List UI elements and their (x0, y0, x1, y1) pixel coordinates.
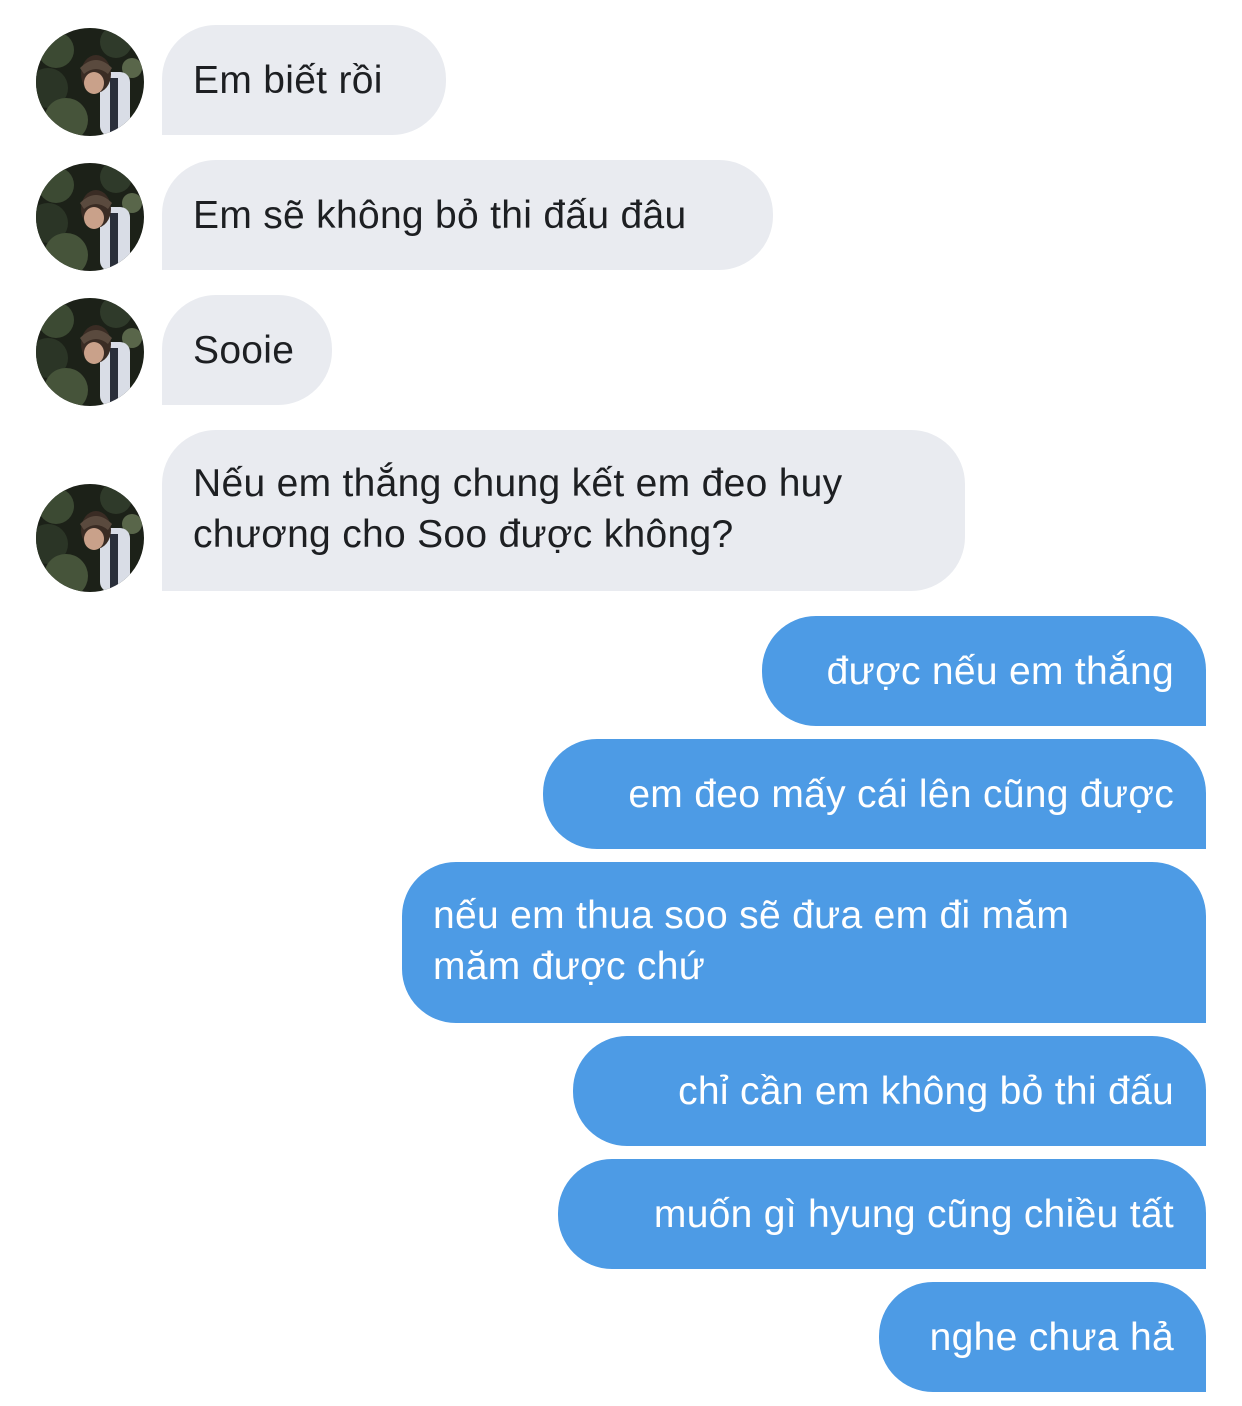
message-bubble-outgoing[interactable]: được nếu em thắng (762, 616, 1206, 726)
message-bubble-incoming[interactable]: Nếu em thắng chung kết em đeo huy chương… (162, 430, 965, 591)
message-bubble-outgoing[interactable]: em đeo mấy cái lên cũng được (543, 739, 1206, 849)
message-bubble-incoming[interactable]: Em biết rồi (162, 25, 446, 135)
message-bubble-outgoing[interactable]: muốn gì hyung cũng chiều tất (558, 1159, 1206, 1269)
avatar[interactable] (36, 298, 144, 406)
message-bubble-outgoing[interactable]: nghe chưa hả (879, 1282, 1206, 1392)
avatar[interactable] (36, 484, 144, 592)
avatar[interactable] (36, 28, 144, 136)
message-bubble-incoming[interactable]: Em sẽ không bỏ thi đấu đâu (162, 160, 773, 270)
message-text: Em sẽ không bỏ thi đấu đâu (193, 193, 687, 237)
message-bubble-outgoing[interactable]: chỉ cần em không bỏ thi đấu (573, 1036, 1206, 1146)
message-text: nghe chưa hả (929, 1315, 1174, 1359)
message-text: muốn gì hyung cũng chiều tất (653, 1192, 1174, 1236)
message-text-line: nếu em thua soo sẽ đưa em đi măm (433, 894, 1070, 937)
message-text-line: măm được chứ (433, 945, 706, 988)
message-text: Sooie (193, 328, 295, 372)
message-bubble-incoming[interactable]: Sooie (162, 295, 332, 405)
message-text: Em biết rồi (193, 58, 383, 102)
message-text: em đeo mấy cái lên cũng được (628, 772, 1174, 816)
message-text: chỉ cần em không bỏ thi đấu (678, 1069, 1174, 1113)
message-text-line: chương cho Soo được không? (193, 513, 734, 556)
message-bubble-outgoing[interactable]: nếu em thua soo sẽ đưa em đi măm măm đượ… (402, 862, 1206, 1023)
message-text: được nếu em thắng (826, 649, 1174, 693)
avatar[interactable] (36, 163, 144, 271)
message-text-line: Nếu em thắng chung kết em đeo huy (193, 462, 843, 505)
